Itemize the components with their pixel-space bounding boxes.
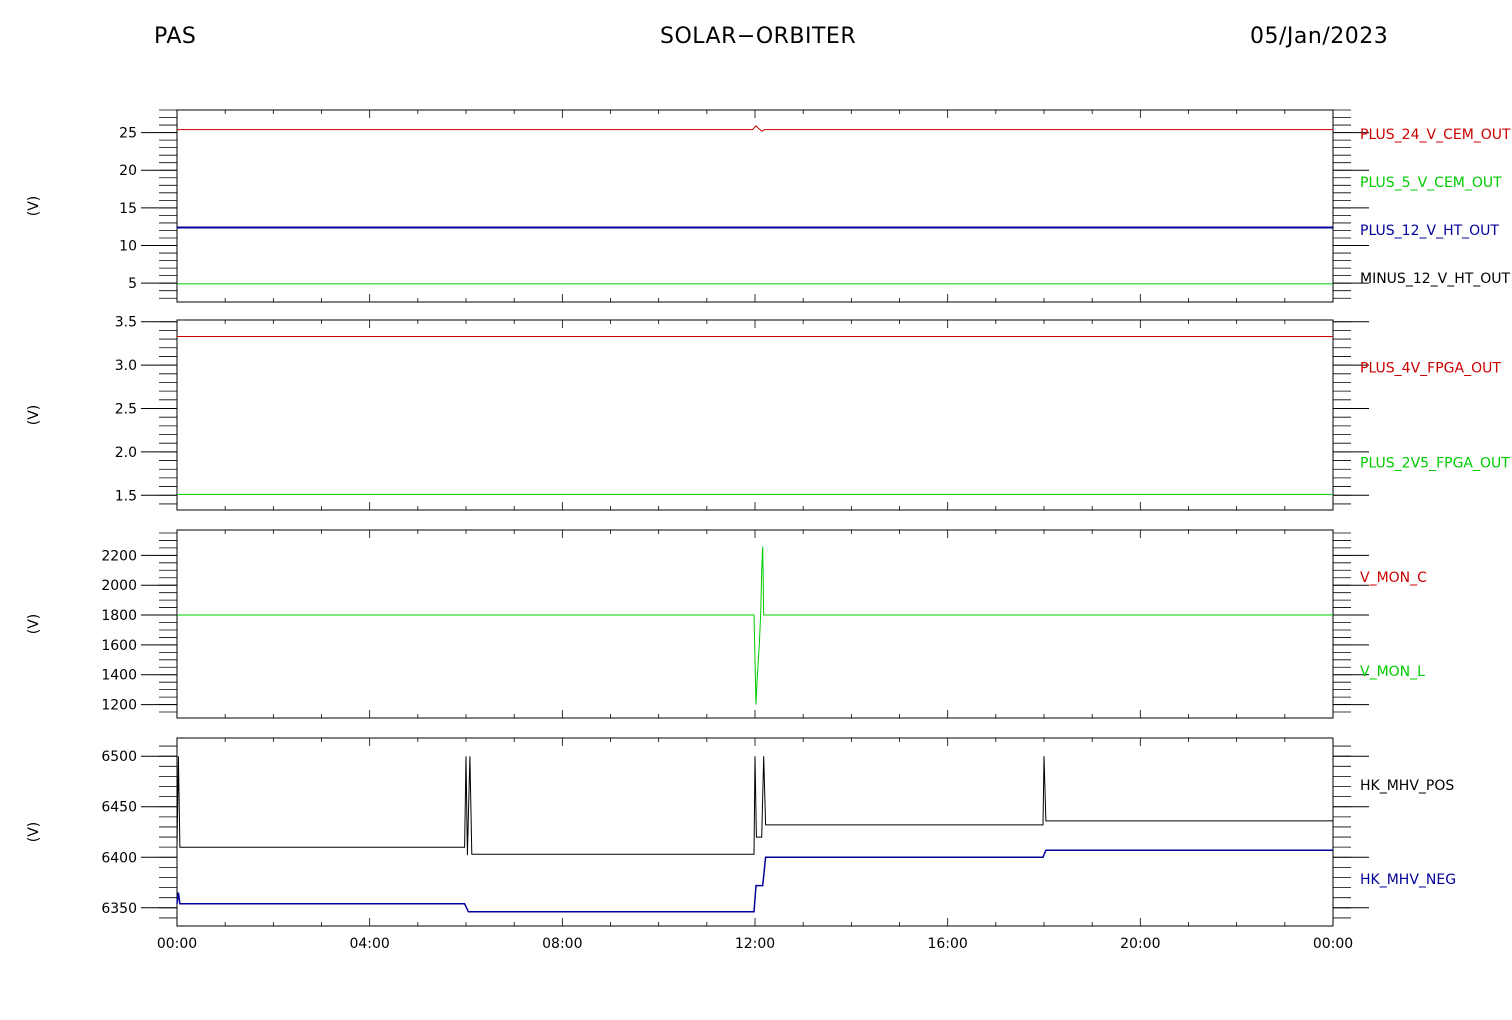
- panel-1-legend-label: PLUS_12_V_HT_OUT: [1360, 223, 1499, 239]
- panel-1-legend-label: MINUS_12_V_HT_OUT: [1360, 271, 1511, 287]
- panel-2-ytick-label: 1.5: [115, 488, 137, 504]
- panel-2-ytick-label: 3.5: [115, 315, 137, 331]
- xtick-label: 20:00: [1120, 936, 1160, 952]
- panel-2-legend-label: PLUS_4V_FPGA_OUT: [1360, 361, 1501, 377]
- panel-1-frame: [176, 109, 1334, 303]
- panel-1-ytick-label: 20: [119, 163, 137, 179]
- panel-4-ytick-label: 6400: [101, 850, 137, 866]
- panel-3-legend-label: V_MON_C: [1360, 570, 1427, 586]
- panel-1-series-1: [177, 125, 1333, 132]
- panel-2-legend-label: PLUS_2V5_FPGA_OUT: [1360, 456, 1510, 472]
- panel-2-ytick-label: 3.0: [115, 358, 137, 374]
- panel-2-ylabel: (V): [26, 405, 42, 426]
- panel-1-ytick-label: 5: [128, 276, 137, 292]
- panel-4-ytick-label: 6500: [101, 749, 137, 765]
- panel-1-ytick-label: 15: [119, 201, 137, 217]
- panel-4-ytick-label: 6450: [101, 800, 137, 816]
- panel-1-ylabel: (V): [26, 196, 42, 217]
- housekeeping-plots: (V) 5 10 15 20 25 PLUS_24_V_CEM_OUT PLUS_5_V_CE…: [26, 109, 1511, 952]
- panel-1-legend-label: PLUS_24_V_CEM_OUT: [1360, 127, 1511, 143]
- panel-1-ytick-label: 25: [119, 126, 137, 142]
- panel-4-series-2: [176, 849, 1333, 913]
- panel-3-ytick-label: 1600: [101, 638, 137, 654]
- xtick-label: 00:00: [157, 936, 197, 952]
- panel-3-frame: [176, 529, 1334, 719]
- panel-2-ytick-label: 2.0: [115, 445, 137, 461]
- panel-2-ytick-label: 2.5: [115, 401, 137, 417]
- xtick-label: 00:00: [1313, 936, 1353, 952]
- panel-1-ytick-label: 10: [119, 239, 137, 255]
- xtick-label: 04:00: [349, 936, 389, 952]
- panel-3-ytick-label: 1200: [101, 698, 137, 714]
- panel-3-legend-label: V_MON_L: [1360, 664, 1425, 680]
- xtick-label: 12:00: [735, 936, 775, 952]
- panel-4-series-1: [176, 756, 1333, 856]
- panel-4-ylabel: (V): [26, 822, 42, 843]
- xtick-label: 16:00: [927, 936, 967, 952]
- panel-4-ytick-label: 6350: [101, 901, 137, 917]
- panel-3-series-1: [177, 546, 1333, 705]
- panel-3-ytick-label: 2200: [101, 548, 137, 564]
- panel-2-frame: [176, 319, 1334, 511]
- panel-3-ytick-label: 2000: [101, 578, 137, 594]
- xtick-label: 08:00: [542, 936, 582, 952]
- panel-4-legend-label: HK_MHV_POS: [1360, 778, 1454, 794]
- panel-1-legend-label: PLUS_5_V_CEM_OUT: [1360, 175, 1502, 191]
- panel-4-legend-label: HK_MHV_NEG: [1360, 872, 1456, 888]
- panel-3-ytick-label: 1800: [101, 608, 137, 624]
- panel-3-ytick-label: 1400: [101, 668, 137, 684]
- panel-3-ylabel: (V): [26, 614, 42, 635]
